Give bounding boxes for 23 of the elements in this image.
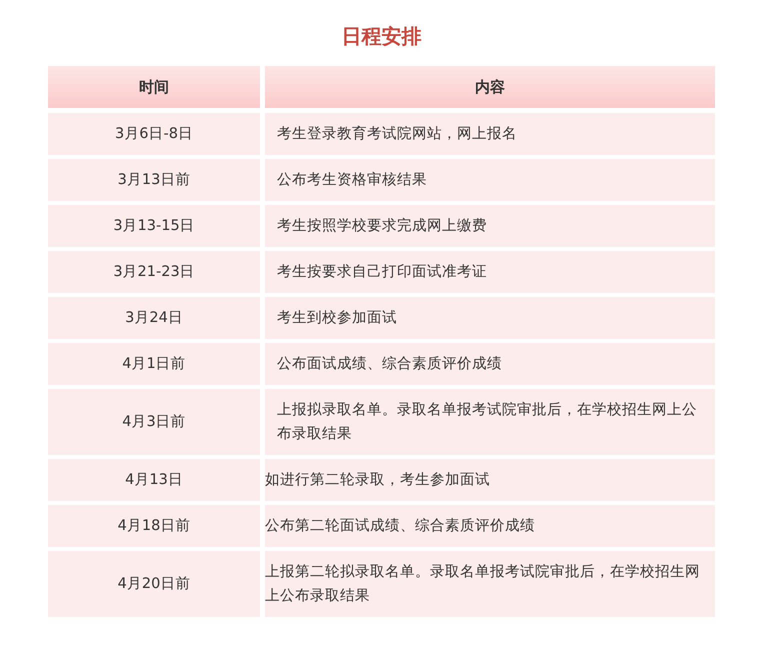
table-cell: 3月13日前 — [48, 159, 260, 201]
table-cell: 3月24日 — [48, 297, 260, 339]
column-header: 时间 — [48, 66, 260, 108]
table-cell: 3月21-23日 — [48, 251, 260, 293]
table-cell: 公布考生资格审核结果 — [265, 159, 715, 201]
page-title: 日程安排 — [340, 23, 422, 50]
table-cell: 上报第二轮拟录取名单。录取名单报考试院审批后，在学校招生网上公布录取结果 — [265, 551, 715, 617]
table-cell: 4月3日前 — [48, 389, 260, 455]
table-cell: 考生按照学校要求完成网上缴费 — [265, 205, 715, 247]
table-cell: 4月20日前 — [48, 551, 260, 617]
table-cell: 3月6日-8日 — [48, 113, 260, 155]
column-header: 内容 — [265, 66, 715, 108]
table-cell: 公布第二轮面试成绩、综合素质评价成绩 — [265, 505, 715, 547]
table-cell: 如进行第二轮录取，考生参加面试 — [265, 459, 715, 501]
table-cell: 4月1日前 — [48, 343, 260, 385]
table-cell: 4月18日前 — [48, 505, 260, 547]
table-cell: 4月13日 — [48, 459, 260, 501]
table-cell: 考生登录教育考试院网站，网上报名 — [265, 113, 715, 155]
table-cell: 3月13-15日 — [48, 205, 260, 247]
table-cell: 上报拟录取名单。录取名单报考试院审批后，在学校招生网上公布录取结果 — [265, 389, 715, 455]
table-cell: 公布面试成绩、综合素质评价成绩 — [265, 343, 715, 385]
table-cell: 考生到校参加面试 — [265, 297, 715, 339]
table-cell: 考生按要求自己打印面试准考证 — [265, 251, 715, 293]
